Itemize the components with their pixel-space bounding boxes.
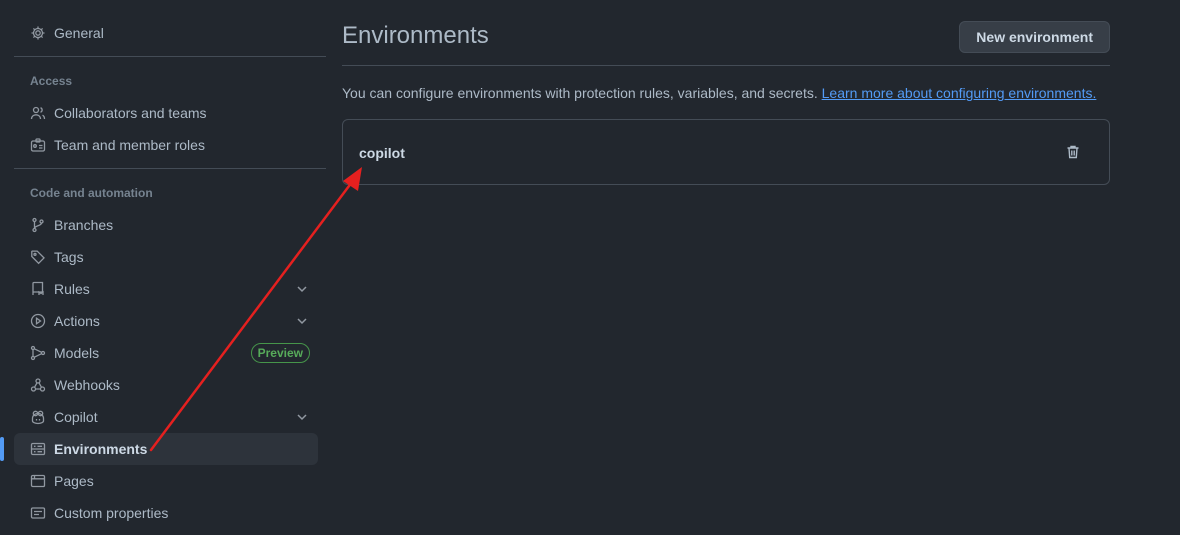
browser-icon [30,473,46,489]
sidebar-heading-access: Access [30,74,73,88]
sidebar-item-webhooks[interactable]: Webhooks [14,369,318,401]
sidebar-item-environments[interactable]: Environments [0,433,318,465]
tag-icon [30,249,46,265]
sidebar-item-copilot[interactable]: Copilot [14,401,318,433]
sidebar-item-custom-properties[interactable]: Custom properties [14,497,318,529]
settings-sidebar: General Access Collaborators and teams T… [0,17,326,529]
sidebar-item-label: Actions [54,313,100,329]
sidebar-item-label: Branches [54,217,114,233]
gear-icon [30,25,46,41]
sidebar-item-tags[interactable]: Tags [14,241,318,273]
learn-more-link[interactable]: Learn more about configuring environment… [822,85,1097,101]
sidebar-item-branches[interactable]: Branches [14,209,318,241]
chevron-down-icon[interactable] [294,313,310,329]
sidebar-item-general[interactable]: General [14,17,318,49]
new-environment-button[interactable]: New environment [959,21,1110,53]
sidebar-item-label: Webhooks [54,377,120,393]
ai-model-icon [30,345,46,361]
sidebar-item-label: Copilot [54,409,98,425]
server-icon [30,441,46,457]
page-header: Environments New environment [342,0,1110,66]
sidebar-item-label: Collaborators and teams [54,105,207,121]
id-badge-icon [30,137,46,153]
sidebar-item-collaborators[interactable]: Collaborators and teams [14,97,318,129]
git-branch-icon [30,217,46,233]
note-icon [30,505,46,521]
sidebar-item-label: Models [54,345,100,361]
sidebar-item-actions[interactable]: Actions [14,305,318,337]
sidebar-item-team-roles[interactable]: Team and member roles [14,129,318,161]
sidebar-heading-code: Code and automation [30,186,153,200]
preview-badge: Preview [250,343,310,363]
description-text: You can configure environments with prot… [342,85,818,101]
active-indicator [0,437,4,461]
repo-push-icon [30,281,46,297]
environment-list-item: copilot [342,119,1110,185]
chevron-down-icon[interactable] [294,281,310,297]
sidebar-item-models[interactable]: Models Preview [14,337,318,369]
people-icon [30,105,46,121]
page-title: Environments [342,22,489,49]
sidebar-divider [14,168,326,169]
webhook-icon [30,377,46,393]
sidebar-item-label: Environments [54,441,148,457]
sidebar-item-label: Tags [54,249,84,265]
play-circle-icon [30,313,46,329]
chevron-down-icon[interactable] [294,409,310,425]
sidebar-item-pages[interactable]: Pages [14,465,318,497]
copilot-icon [30,409,46,425]
sidebar-item-label: General [54,25,104,41]
trash-icon[interactable] [1065,144,1081,160]
sidebar-item-label: Rules [54,281,90,297]
page-description: You can configure environments with prot… [342,85,1096,101]
sidebar-divider [14,56,326,57]
sidebar-item-label: Pages [54,473,94,489]
environment-name-link[interactable]: copilot [359,145,405,161]
main-content: Environments New environment You can con… [342,0,1110,185]
sidebar-item-label: Team and member roles [54,137,205,153]
sidebar-item-rules[interactable]: Rules [14,273,318,305]
sidebar-item-label: Custom properties [54,505,169,521]
